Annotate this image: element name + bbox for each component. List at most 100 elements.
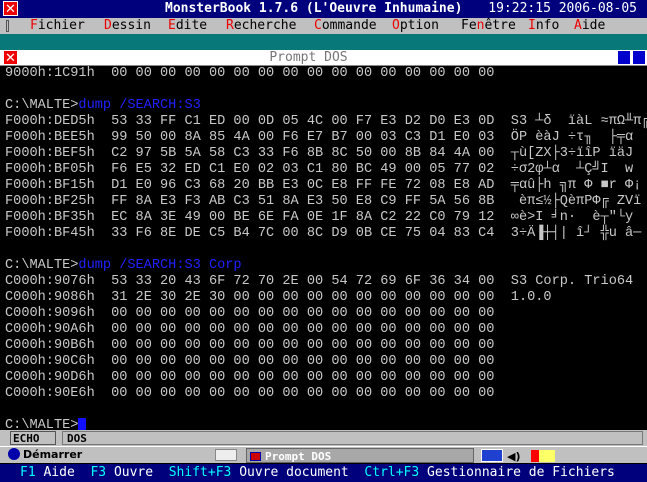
fkey-shift-f3[interactable]: Shift+F3 Ouvre document [169, 465, 349, 480]
menu-label-pre: Fe [461, 18, 477, 33]
menu-hotkey: F [30, 18, 38, 33]
system-tray: ◀) [481, 448, 561, 463]
dump-hex: FF 8A E3 F3 AB C3 51 8A E3 50 E8 C9 FF 5… [111, 194, 495, 209]
dump-hex: 00 00 00 00 00 00 00 00 00 00 00 00 00 0… [111, 322, 495, 337]
dump-row: F000h:BF25h FF 8A E3 F3 AB C3 51 8A E3 5… [5, 194, 647, 210]
dump-hex: D1 E0 96 C3 68 20 BB E3 0C E8 FF FE 72 0… [111, 178, 495, 193]
menu-label-rest: ide [581, 18, 606, 33]
dump-row: F000h:BF45h 33 F6 8E DE C5 B4 7C 00 8C D… [5, 226, 647, 242]
menu-hotkey: A [574, 18, 582, 33]
menu-item-Dessin[interactable]: Dessin [104, 18, 151, 34]
dump-row: C000h:9076h 53 33 20 43 6F 72 70 2E 00 5… [5, 274, 647, 290]
fkey-f3[interactable]: F3 Ouvre [90, 465, 153, 480]
echo-indicator: ECHO [10, 431, 56, 445]
dump-ascii: ┬ù[ZX├3÷ïîP ïäJ [510, 146, 634, 161]
dump-hex: 33 F6 8E DE C5 B4 7C 00 8C D9 0B CE 75 0… [111, 226, 495, 241]
dump-row: 9000h:1C91h 00 00 00 00 00 00 00 00 00 0… [5, 66, 647, 82]
toolbar-area [0, 34, 647, 50]
prompt-line: C:\MALTE>dump /SEARCH:S3 [5, 98, 647, 114]
terminal[interactable]: 9000h:1C91h 00 00 00 00 00 00 00 00 00 0… [0, 66, 647, 433]
menu-item-Info[interactable]: Info [528, 18, 559, 34]
menu-grip [6, 20, 9, 32]
app-title: MonsterBook 1.7.6 (L'Oeuvre Inhumaine) [165, 1, 463, 16]
taskbar: Démarrer Prompt DOS ◀) [0, 446, 647, 463]
dump-row: F000h:BF05h F6 E5 32 ED C1 E0 02 03 C1 8… [5, 162, 647, 178]
menu-label-rest: être [484, 18, 516, 33]
menu-hotkey: E [168, 18, 176, 33]
menu-item-Edite[interactable]: Edite [168, 18, 207, 34]
menu-item-Recherche[interactable]: Recherche [226, 18, 296, 34]
status-bar: ECHO DOS [0, 430, 647, 446]
tray-red-indicator [531, 450, 539, 462]
command: dump /SEARCH:S3 Corp [78, 258, 242, 273]
dump-hex: F6 E5 32 ED C1 E0 02 03 C1 80 BC 49 00 0… [111, 162, 495, 177]
prompt-line: C:\MALTE>dump /SEARCH:S3 Corp [5, 258, 647, 274]
fkey-key: F3 [90, 465, 107, 480]
dump-address: F000h:BF25h [5, 194, 95, 209]
minimize-button[interactable] [617, 50, 631, 65]
dump-hex: 31 2E 30 2E 30 00 00 00 00 00 00 00 00 0… [111, 290, 495, 305]
dump-address: F000h:BF05h [5, 162, 95, 177]
speaker-icon[interactable]: ◀) [507, 449, 521, 465]
mode-indicator: DOS [62, 431, 643, 445]
menu-label-rest: echerche [233, 18, 297, 33]
dump-ascii: 3÷Ä▐┼┤| î┘ ╬u â─ [510, 226, 642, 241]
dump-hex: 00 00 00 00 00 00 00 00 00 00 00 00 00 0… [111, 354, 495, 369]
taskbar-task-prompt-dos[interactable]: Prompt DOS [246, 448, 474, 463]
dump-row: F000h:BEF5h C2 97 5B 5A 58 C3 33 F6 8B 8… [5, 146, 647, 162]
fkey-f1[interactable]: F1 Aide [20, 465, 75, 480]
dump-row: F000h:BF35h EC 8A 3E 49 00 BE 6E FA 0E 1… [5, 210, 647, 226]
dump-address: F000h:BF15h [5, 178, 95, 193]
fkey-ctrl-f3[interactable]: Ctrl+F3 Gestionnaire de Fichiers [364, 465, 614, 480]
fkey-label: Ouvre [113, 465, 154, 480]
dump-row: C000h:9096h 00 00 00 00 00 00 00 00 00 0… [5, 306, 647, 322]
dump-hex: 99 50 00 8A 85 4A 00 F6 E7 B7 00 03 C3 D… [111, 130, 495, 145]
menu-item-Option[interactable]: Option [392, 18, 439, 34]
dump-row: F000h:DED5h 53 33 FF C1 ED 00 0D 05 4C 0… [5, 114, 647, 130]
tray-yellow-indicator [539, 450, 555, 462]
fkey-label: Gestionnaire de Fichiers [427, 465, 615, 480]
dump-address: F000h:BEF5h [5, 146, 95, 161]
dump-address: C000h:90C6h [5, 354, 95, 369]
start-icon [8, 448, 20, 460]
dos-window-icon [250, 452, 261, 461]
dump-address: C000h:90E6h [5, 386, 95, 401]
dump-address: F000h:BF45h [5, 226, 95, 241]
menu-item-Aide[interactable]: Aide [574, 18, 605, 34]
dump-address: C000h:90B6h [5, 338, 95, 353]
menu-hotkey: C [314, 18, 322, 33]
app-title-bar: ✕ MonsterBook 1.7.6 (L'Oeuvre Inhumaine)… [0, 0, 647, 18]
dump-ascii: ÷σ2φ┴α ┴Ç╝I w [510, 162, 634, 177]
app-close-button[interactable]: ✕ [3, 1, 18, 17]
menu-hotkey: O [392, 18, 400, 33]
keyboard-layout-icon[interactable] [481, 449, 503, 462]
fkey-label: Ouvre document [239, 465, 349, 480]
dump-row: C000h:90B6h 00 00 00 00 00 00 00 00 00 0… [5, 338, 647, 354]
dump-address: 9000h:1C91h [5, 66, 95, 81]
mail-icon[interactable] [215, 449, 237, 461]
start-button[interactable]: Démarrer [8, 447, 82, 463]
menu-label-rest: ption [399, 18, 439, 33]
fkey-key: Shift+F3 [168, 465, 232, 480]
prompt: C:\MALTE> [5, 258, 79, 273]
dump-ascii: ∞è>I ╛n· è┬"└y [510, 210, 634, 225]
fkey-label: Aide [43, 465, 75, 480]
menu-item-Commande[interactable]: Commande [314, 18, 377, 34]
menu-hotkey: R [226, 18, 234, 33]
dump-row: C000h:90A6h 00 00 00 00 00 00 00 00 00 0… [5, 322, 647, 338]
dump-ascii: S3 Corp. Trio64 [510, 274, 634, 289]
menu-label-rest: dite [175, 18, 208, 33]
menu-label-rest: ichier [37, 18, 85, 33]
menu-hotkey: I [528, 18, 536, 33]
clock: 19:22:15 2006-08-05 [488, 1, 637, 16]
dump-hex: EC 8A 3E 49 00 BE 6E FA 0E 1F 8A C2 22 C… [111, 210, 495, 225]
dump-ascii: S3 ┴δ ïàL ≈πΩ╨π╔ [510, 114, 647, 129]
dump-address: C000h:90D6h [5, 370, 95, 385]
menu-item-Fenêtre[interactable]: Fenêtre [461, 18, 516, 34]
menu-item-Fichier[interactable]: Fichier [30, 18, 85, 34]
window-title-bar[interactable]: ✕ Prompt DOS [0, 50, 647, 66]
dump-hex: 53 33 FF C1 ED 00 0D 05 4C 00 F7 E3 D2 D… [111, 114, 495, 129]
maximize-button[interactable] [632, 50, 646, 65]
dump-address: C000h:90A6h [5, 322, 95, 337]
